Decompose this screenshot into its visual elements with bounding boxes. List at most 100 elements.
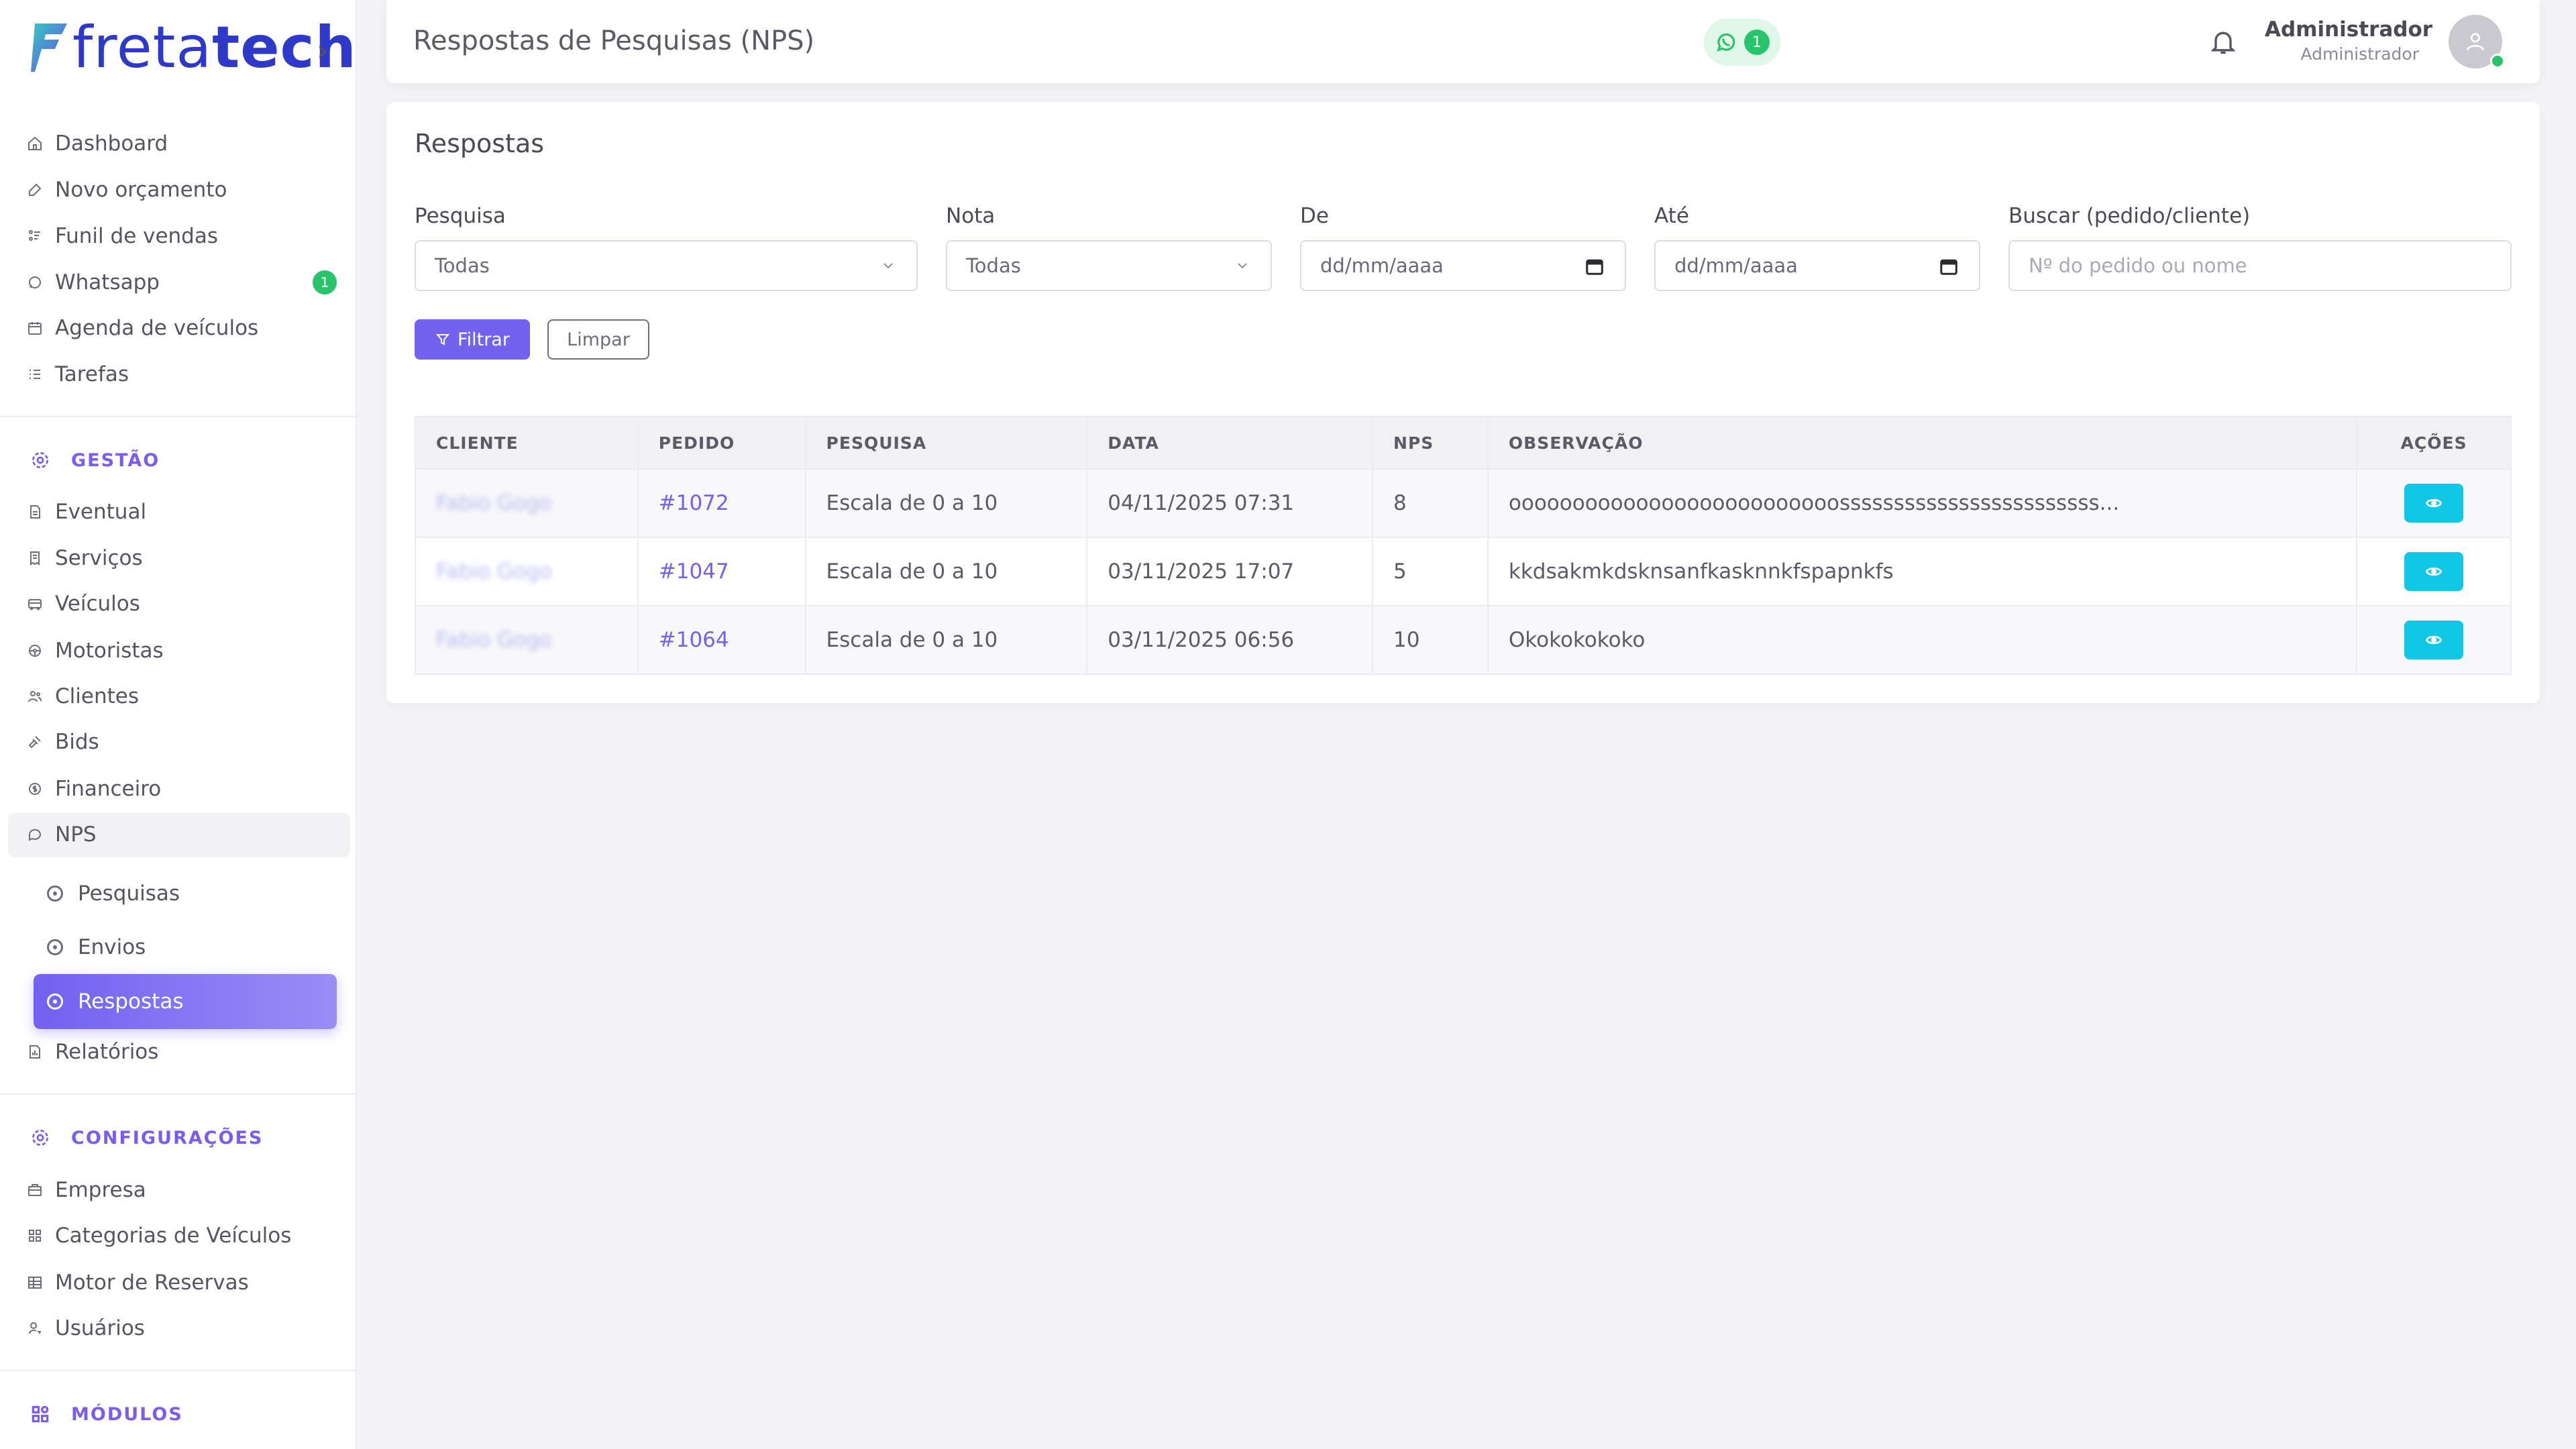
sidebar-item-nps[interactable]: NPS: [27, 814, 97, 855]
report-icon: [27, 1044, 43, 1060]
sidebar-item-bids[interactable]: Bids: [27, 722, 99, 762]
sidebar-item-label: Agenda de veículos: [55, 316, 259, 340]
pedido-link[interactable]: #1047: [659, 559, 729, 584]
column-header-observacao[interactable]: OBSERVAÇÃO: [1487, 416, 2358, 470]
nota-select[interactable]: Todas: [946, 240, 1272, 291]
steering-wheel-icon: [27, 643, 43, 659]
eye-icon: [2425, 567, 2443, 576]
column-header-cliente[interactable]: CLIENTE: [415, 416, 639, 470]
top-bar: Respostas de Pesquisas (NPS) 1 Administr…: [386, 0, 2540, 83]
section-title-configuracoes: CONFIGURAÇÕES: [30, 1127, 263, 1148]
sidebar-item-whatsapp[interactable]: Whatsapp: [27, 262, 160, 303]
column-header-nps[interactable]: NPS: [1372, 416, 1489, 470]
sidebar-item-relatorios[interactable]: Relatórios: [27, 1032, 158, 1072]
gear-icon: [32, 1130, 48, 1146]
sidebar-item-label: Categorias de Veículos: [55, 1224, 292, 1248]
table-row: Fabio Gogo #1072 Escala de 0 a 10 04/11/…: [415, 468, 2512, 538]
filtrar-button[interactable]: Filtrar: [415, 319, 530, 360]
sidebar-collapse-icon[interactable]: ›: [317, 34, 329, 68]
cell-cliente: Fabio Gogo: [415, 605, 639, 675]
cell-acoes: [2356, 605, 2512, 675]
sidebar-item-servicos[interactable]: Serviços: [27, 538, 143, 578]
limpar-button[interactable]: Limpar: [547, 319, 649, 360]
sidebar-subitem-respostas[interactable]: Respostas: [34, 974, 337, 1029]
whatsapp-icon: [1717, 33, 1735, 52]
list-icon: [27, 366, 43, 382]
eye-icon: [2425, 498, 2443, 508]
sidebar-item-tarefas[interactable]: Tarefas: [27, 354, 129, 394]
circle-dot-icon: [47, 885, 63, 902]
respostas-card: Respostas Pesquisa Todas Nota Todas De d…: [386, 102, 2540, 703]
funnel-icon: [27, 228, 43, 244]
calendar-icon[interactable]: [1939, 256, 1959, 276]
sidebar-item-label: Novo orçamento: [55, 178, 227, 202]
view-button[interactable]: [2404, 621, 2464, 659]
bus-icon: [27, 596, 43, 612]
buscar-input[interactable]: Nº do pedido ou nome: [2008, 240, 2512, 291]
column-header-pedido[interactable]: PEDIDO: [637, 416, 806, 470]
cliente-name-blurred: Fabio Gogo: [436, 559, 552, 584]
sidebar-item-clientes[interactable]: Clientes: [27, 676, 139, 716]
circle-dot-icon: [47, 994, 63, 1010]
card-title: Respostas: [415, 129, 545, 158]
user-name[interactable]: Administrador: [2265, 17, 2432, 42]
ate-label: Até: [1654, 204, 1689, 228]
chat-icon: [27, 826, 43, 843]
table-row: Fabio Gogo #1064 Escala de 0 a 10 03/11/…: [415, 605, 2512, 675]
sidebar-item-funil-de-vendas[interactable]: Funil de vendas: [27, 216, 218, 256]
de-date-input[interactable]: dd/mm/aaaa: [1300, 240, 1626, 291]
ate-date-placeholder: dd/mm/aaaa: [1674, 254, 1798, 277]
sidebar-item-label: Financeiro: [55, 777, 162, 801]
whatsapp-count-badge: 1: [1744, 30, 1770, 55]
circle-dot-icon: [47, 939, 63, 955]
building-icon: [27, 1182, 43, 1198]
sidebar-divider: [0, 1093, 357, 1095]
buscar-label: Buscar (pedido/cliente): [2008, 204, 2251, 228]
calendar-icon: [27, 320, 43, 336]
whatsapp-icon: [27, 274, 43, 290]
file-icon: [27, 504, 43, 520]
sidebar-item-label: Bids: [55, 730, 99, 754]
gavel-icon: [27, 734, 43, 750]
brand-logo[interactable]: fretatech: [30, 19, 357, 76]
pedido-link[interactable]: #1072: [659, 491, 729, 515]
section-title-gestao: GESTÃO: [30, 449, 160, 471]
cell-pedido: #1064: [637, 605, 806, 675]
pedido-link[interactable]: #1064: [659, 628, 729, 652]
sidebar-subitem-label: Envios: [78, 935, 146, 959]
sidebar-item-eventual[interactable]: Eventual: [27, 492, 146, 532]
calendar-icon[interactable]: [1585, 256, 1605, 276]
column-header-pesquisa[interactable]: PESQUISA: [804, 416, 1088, 470]
view-button[interactable]: [2404, 552, 2464, 591]
bell-icon[interactable]: [2208, 27, 2238, 56]
chevron-down-icon: [883, 263, 893, 269]
pesquisa-select[interactable]: Todas: [415, 240, 918, 291]
users-icon: [27, 688, 43, 704]
sidebar-item-motoristas[interactable]: Motoristas: [27, 631, 164, 671]
sidebar-item-label: Funil de vendas: [55, 224, 219, 248]
view-button[interactable]: [2404, 484, 2464, 523]
column-header-data[interactable]: DATA: [1086, 416, 1374, 470]
sidebar-item-label: Relatórios: [55, 1040, 159, 1064]
sidebar-item-financeiro[interactable]: Financeiro: [27, 769, 161, 809]
cell-pedido: #1072: [637, 468, 806, 538]
sidebar-item-motor-de-reservas[interactable]: Motor de Reservas: [27, 1263, 249, 1303]
ate-date-input[interactable]: dd/mm/aaaa: [1654, 240, 1980, 291]
sidebar-item-dashboard[interactable]: Dashboard: [27, 123, 168, 164]
sidebar-item-agenda-de-veiculos[interactable]: Agenda de veículos: [27, 308, 258, 348]
sidebar-subitem-envios[interactable]: Envios: [47, 935, 146, 959]
limpar-label: Limpar: [567, 329, 630, 350]
sidebar-subitem-pesquisas[interactable]: Pesquisas: [47, 881, 180, 906]
sidebar-item-empresa[interactable]: Empresa: [27, 1170, 146, 1210]
sidebar-item-veiculos[interactable]: Veículos: [27, 584, 140, 624]
de-label: De: [1300, 204, 1329, 228]
sidebar-item-usuarios[interactable]: Usuários: [27, 1308, 145, 1348]
de-date-placeholder: dd/mm/aaaa: [1320, 254, 1444, 277]
nota-select-value: Todas: [966, 254, 1021, 277]
sidebar-item-novo-orcamento[interactable]: Novo orçamento: [27, 170, 227, 210]
whatsapp-notification-button[interactable]: 1: [1704, 19, 1780, 66]
user-role: Administrador: [2300, 44, 2420, 64]
sidebar-item-categorias-de-veiculos[interactable]: Categorias de Veículos: [27, 1216, 291, 1256]
section-title-modulos: MÓDULOS: [30, 1403, 183, 1425]
user-key-icon: [27, 1320, 43, 1336]
